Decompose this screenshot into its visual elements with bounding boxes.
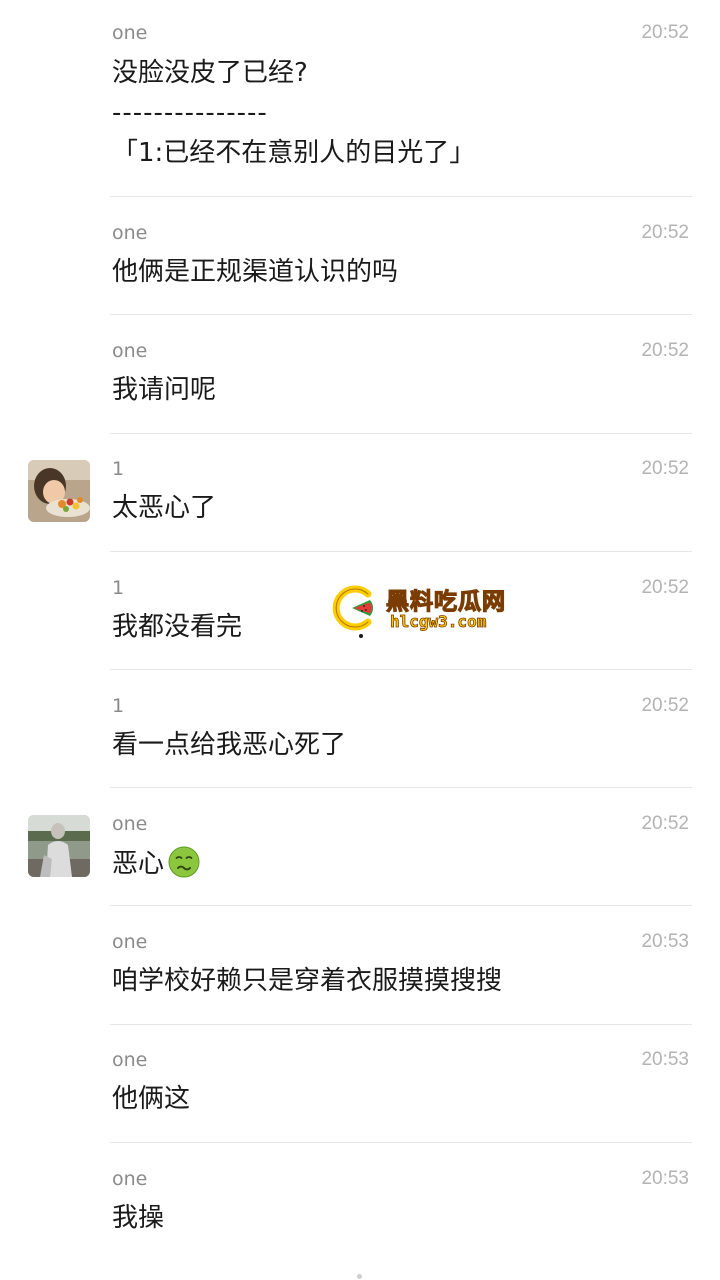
- message-text: 看一点给我恶心死了: [112, 730, 347, 760]
- message-text: 我请问呢: [112, 375, 217, 405]
- avatar[interactable]: [28, 460, 90, 522]
- sender-name: one: [112, 222, 148, 244]
- avatar[interactable]: [28, 815, 90, 877]
- message-divider: [110, 196, 692, 197]
- sender-name: 1: [112, 458, 125, 480]
- scroll-indicator: [357, 1274, 362, 1279]
- message-text: 「1:已经不在意别人的目光了」: [112, 138, 476, 168]
- message-time: 20:52: [641, 577, 689, 598]
- message-text: 他俩是正规渠道认识的吗: [112, 257, 399, 287]
- message-text: ---------------: [112, 98, 268, 128]
- message-divider: [110, 314, 692, 315]
- message-time: 20:52: [641, 222, 689, 243]
- watermark-title: 黑料吃瓜网: [385, 588, 506, 615]
- person-outdoor-photo: [28, 815, 90, 877]
- message-text: 我操: [112, 1203, 165, 1233]
- sender-name: 1: [112, 695, 125, 717]
- child-eating-photo: [28, 460, 90, 522]
- message-text: 恶心: [112, 846, 200, 881]
- message-divider: [110, 551, 692, 552]
- message-time: 20:53: [641, 931, 689, 952]
- message-time: 20:52: [641, 458, 689, 479]
- message-divider: [110, 669, 692, 670]
- chat-message-list[interactable]: one 20:52 没脸没皮了已经? --------------- 「1:已经…: [0, 0, 720, 1280]
- message-time: 20:53: [641, 1049, 689, 1070]
- sender-name: one: [112, 340, 148, 362]
- sender-name: one: [112, 931, 148, 953]
- sender-name: one: [112, 1049, 148, 1071]
- watermark-logo-icon: [332, 585, 374, 631]
- message-time: 20:52: [641, 340, 689, 361]
- message-time: 20:53: [641, 1168, 689, 1189]
- message-time: 20:52: [641, 22, 689, 43]
- sender-name: one: [112, 1168, 148, 1190]
- message-divider: [110, 905, 692, 906]
- watermark-url: hlcgw3.com: [390, 612, 487, 632]
- message-divider: [110, 787, 692, 788]
- sender-name: one: [112, 813, 148, 835]
- message-time: 20:52: [641, 813, 689, 834]
- message-divider: [110, 1024, 692, 1025]
- message-divider: [110, 1142, 692, 1143]
- watermark: 黑料吃瓜网 hlcgw3.com: [330, 578, 530, 638]
- message-text: 太恶心了: [112, 493, 217, 523]
- sender-name: 1: [112, 577, 125, 599]
- nauseated-face-icon: [168, 846, 200, 878]
- message-time: 20:52: [641, 695, 689, 716]
- message-text: 他俩这: [112, 1084, 191, 1114]
- watermark-dot: [359, 634, 363, 638]
- message-text: 没脸没皮了已经?: [112, 58, 308, 88]
- message-text: 咱学校好赖只是穿着衣服摸摸搜搜: [112, 966, 503, 996]
- sender-name: one: [112, 22, 148, 44]
- message-divider: [110, 433, 692, 434]
- message-text-content: 恶心: [112, 849, 165, 879]
- message-text: 我都没看完: [112, 612, 243, 642]
